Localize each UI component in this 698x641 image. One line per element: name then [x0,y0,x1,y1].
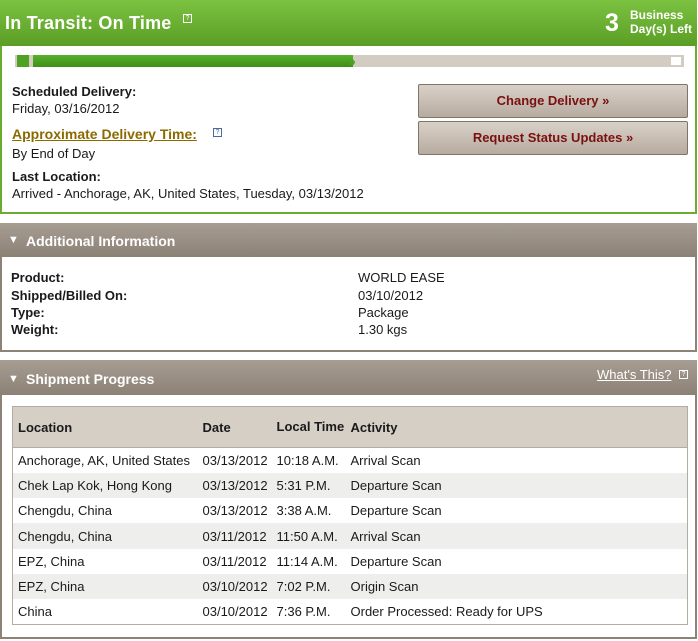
scheduled-delivery-label: Scheduled Delivery: [12,84,137,99]
date-cell: 03/11/2012 [197,523,272,549]
additional-information-section: ▼ Additional Information Product: WORLD … [0,223,697,352]
request-status-updates-button[interactable]: Request Status Updates » [418,121,688,155]
column-header-activity: Activity [345,406,688,448]
collapse-triangle-icon[interactable]: ▼ [8,373,19,385]
activity-cell: Origin Scan [345,573,688,600]
shipment-progress-section: ▼ Shipment Progress What's This? ? Locat… [0,360,697,639]
info-value: Package [358,305,409,320]
info-label: Weight: [11,322,59,337]
activity-cell: Arrival Scan [350,452,421,468]
location-cell: Chek Lap Kok, Hong Kong [12,472,198,499]
table-row: China 03/10/2012 7:36 P.M. Order Process… [13,599,688,624]
table-row: Anchorage, AK, United States 03/13/2012 … [13,448,688,473]
status-header: In Transit: On Time ? 3 Business Day(s) … [0,0,697,46]
status-panel: In Transit: On Time ? 3 Business Day(s) … [0,0,697,214]
location-cell: China [18,604,52,620]
additional-information-header[interactable]: ▼ Additional Information [0,223,697,257]
days-label-line2: Day(s) Left [630,22,693,36]
days-label-line1: Business [630,8,684,22]
time-cell: 7:02 P.M. [271,573,346,600]
progress-fill [33,55,353,67]
table-row: Chek Lap Kok, Hong Kong 03/13/2012 5:31 … [12,472,688,499]
column-header-location: Location [12,406,198,448]
help-icon[interactable]: ? [183,14,192,23]
location-cell: EPZ, China [12,573,198,600]
column-header-local-time: Local Time [271,406,346,448]
activity-cell: Order Processed: Ready for UPS [350,604,543,620]
location-cell: EPZ, China [18,553,85,569]
transit-progress-bar: » [15,53,684,69]
time-cell: 7:36 P.M. [276,604,331,620]
last-location-value: Arrived - Anchorage, AK, United States, … [12,186,364,201]
location-cell: Chengdu, China [12,523,198,549]
time-cell: 10:18 A.M. [276,452,339,468]
table-header-row: Location Date Local Time Activity [12,406,688,448]
time-cell: 3:38 A.M. [276,503,332,519]
activity-cell: Departure Scan [350,553,442,569]
progress-arrow-icon: » [348,53,356,69]
help-icon[interactable]: ? [213,128,222,137]
last-location-label: Last Location: [12,169,101,184]
activity-cell: Departure Scan [345,472,688,499]
whats-this-link[interactable]: What's This? [597,367,672,382]
section-title: Additional Information [26,233,176,249]
date-cell: 03/11/2012 [202,553,267,569]
table-row: Chengdu, China 03/11/2012 11:50 A.M. Arr… [12,523,688,549]
scheduled-delivery-value: Friday, 03/16/2012 [12,101,120,116]
days-left-label: Business Day(s) Left [630,8,692,36]
date-cell: 03/13/2012 [197,472,272,499]
time-cell: 5:31 P.M. [271,472,346,499]
info-label: Product: [11,270,65,285]
progress-start-marker [17,55,29,67]
progress-end-marker [671,57,681,65]
date-cell: 03/13/2012 [202,503,268,519]
change-delivery-button[interactable]: Change Delivery » [418,84,688,118]
table-row: Chengdu, China 03/13/2012 3:38 A.M. Depa… [13,498,688,523]
info-value: 03/10/2012 [358,288,424,303]
status-title-text: In Transit: On Time [5,13,172,33]
approximate-delivery-time-value: By End of Day [12,146,96,161]
days-left-count: 3 [605,9,619,37]
location-cell: Chengdu, China [18,503,112,519]
column-header-date: Date [197,406,272,448]
help-icon[interactable]: ? [679,370,688,379]
table-row: EPZ, China 03/11/2012 11:14 A.M. Departu… [13,549,688,574]
table-row: EPZ, China 03/10/2012 7:02 P.M. Origin S… [12,573,688,600]
time-cell: 11:14 A.M. [276,553,338,569]
collapse-triangle-icon[interactable]: ▼ [8,234,19,246]
date-cell: 03/10/2012 [197,573,272,600]
info-label: Type: [11,305,45,320]
info-value: 1.30 kgs [358,322,408,337]
section-title: Shipment Progress [26,371,155,387]
activity-cell: Departure Scan [350,503,442,519]
date-cell: 03/13/2012 [202,452,268,468]
location-cell: Anchorage, AK, United States [18,452,190,468]
shipment-progress-header[interactable]: ▼ Shipment Progress What's This? ? [0,360,697,395]
info-label: Shipped/Billed On: [11,288,128,303]
activity-cell: Arrival Scan [345,523,688,549]
time-cell: 11:50 A.M. [271,523,346,549]
shipment-activity-table: Location Date Local Time Activity Anchor… [12,406,688,626]
info-value: WORLD EASE [358,270,445,285]
status-title: In Transit: On Time ? [5,13,192,34]
date-cell: 03/10/2012 [202,604,268,620]
approximate-delivery-time-link[interactable]: Approximate Delivery Time: [12,126,197,142]
